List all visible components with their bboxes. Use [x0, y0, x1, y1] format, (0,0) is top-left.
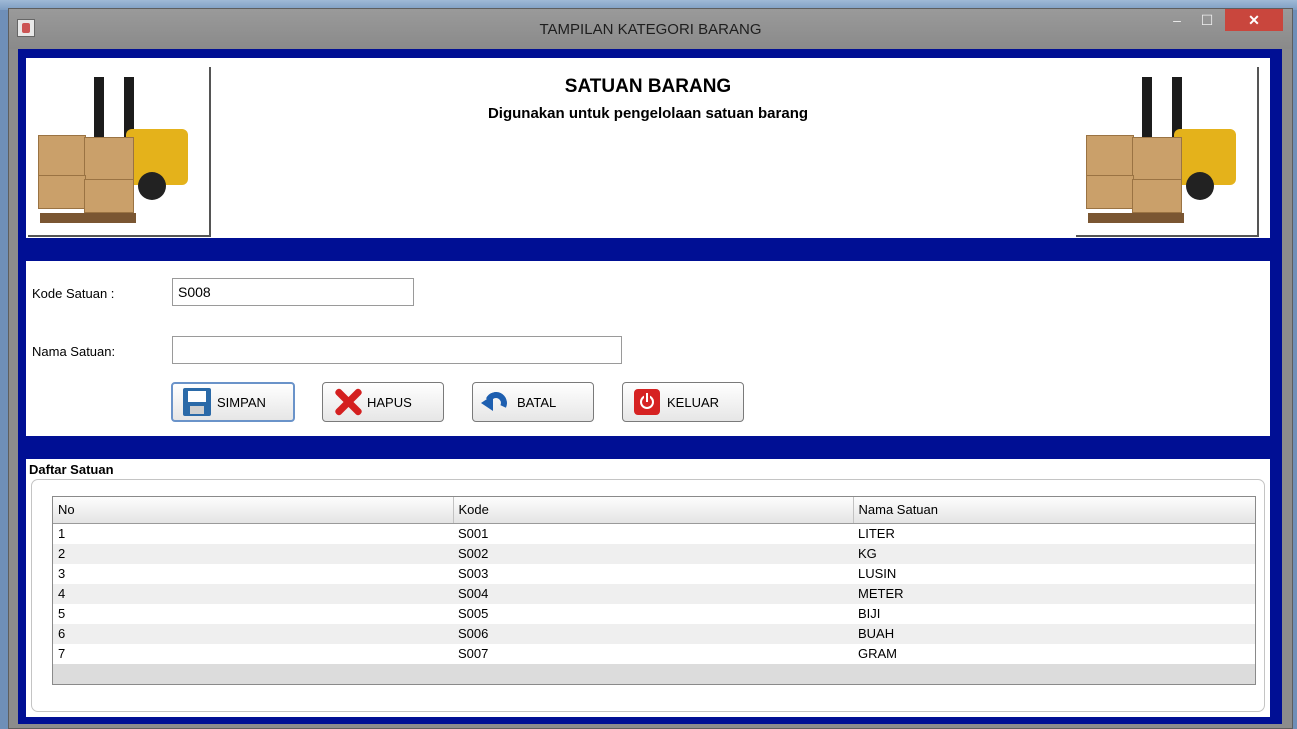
power-icon-bar [646, 393, 648, 402]
close-button[interactable]: ✕ [1225, 9, 1283, 31]
table-row[interactable]: 3 S003 LUSIN [53, 563, 1255, 584]
undo-arrowhead [481, 395, 493, 411]
keluar-button-label: KELUAR [667, 394, 720, 410]
cell-kode: S006 [453, 623, 853, 644]
cell-nama-satuan: METER [853, 583, 1255, 604]
table-row[interactable]: 4 S004 METER [53, 583, 1255, 604]
cargo-box [38, 175, 86, 209]
cell-kode: S007 [453, 643, 853, 664]
cell-no: 1 [53, 523, 453, 544]
table-header-row: No Kode Nama Satuan [53, 497, 1255, 524]
cell-nama-satuan: LUSIN [853, 563, 1255, 584]
pallet [40, 213, 136, 223]
floppy-disk-icon [181, 387, 213, 417]
cell-no: 7 [53, 643, 453, 664]
window-title: TAMPILAN KATEGORI BARANG [539, 21, 762, 38]
cargo-box [84, 137, 134, 181]
cell-no: 5 [53, 603, 453, 624]
hapus-button[interactable]: HAPUS [322, 382, 444, 422]
forklift-wheel [1186, 172, 1214, 200]
cargo-box [1132, 137, 1182, 181]
cell-no: 2 [53, 543, 453, 564]
power-icon [631, 387, 663, 417]
cell-nama-satuan: LITER [853, 523, 1255, 544]
cargo-box [84, 179, 134, 213]
kode-satuan-field[interactable] [172, 278, 414, 306]
forklift-image-right [1076, 67, 1259, 237]
cell-no: 3 [53, 563, 453, 584]
keluar-button[interactable]: KELUAR [622, 382, 744, 422]
simpan-button[interactable]: SIMPAN [171, 382, 295, 422]
cargo-box [1086, 175, 1134, 209]
cell-kode: S001 [453, 523, 853, 544]
nama-satuan-field[interactable] [172, 336, 622, 364]
undo-arrow-icon [481, 387, 513, 418]
floppy-disk-label [188, 391, 206, 402]
column-header-nama-satuan[interactable]: Nama Satuan [853, 497, 1255, 524]
cell-nama-satuan: KG [853, 543, 1255, 564]
minimize-button[interactable]: – [1163, 9, 1191, 31]
app-window: TAMPILAN KATEGORI BARANG – ☐ ✕ SATUAN BA… [8, 8, 1293, 729]
table-row[interactable]: 2 S002 KG [53, 543, 1255, 564]
list-panel: Daftar Satuan No Kode Nama Satuan 1 S001… [26, 459, 1270, 717]
batal-button-label: BATAL [517, 394, 557, 410]
title-bar[interactable]: TAMPILAN KATEGORI BARANG – ☐ ✕ [9, 9, 1292, 49]
hapus-button-label: HAPUS [367, 394, 412, 410]
simpan-button-label: SIMPAN [217, 394, 266, 410]
table-row[interactable]: 1 S001 LITER [53, 523, 1255, 544]
nama-satuan-label: Nama Satuan: [32, 344, 116, 359]
maximize-button[interactable]: ☐ [1193, 9, 1221, 31]
cell-kode: S003 [453, 563, 853, 584]
cell-nama-satuan: BIJI [853, 603, 1255, 624]
column-header-no[interactable]: No [53, 497, 454, 524]
cargo-box [1086, 135, 1134, 177]
cell-kode: S004 [453, 583, 853, 604]
form-panel: Kode Satuan : Nama Satuan: SIMPAN HAPUS [26, 261, 1270, 436]
table-row[interactable]: 5 S005 BIJI [53, 603, 1255, 624]
cell-no: 6 [53, 623, 453, 644]
table-row[interactable]: 7 S007 GRAM [53, 643, 1255, 664]
cell-no: 4 [53, 583, 453, 604]
forklift-wheel [138, 172, 166, 200]
cell-kode: S005 [453, 603, 853, 624]
table-row[interactable]: 6 S006 BUAH [53, 623, 1255, 644]
daftar-satuan-title: Daftar Satuan [29, 462, 114, 477]
cell-nama-satuan: GRAM [853, 643, 1255, 664]
cargo-box [38, 135, 86, 177]
delete-x-icon [331, 387, 363, 417]
cell-nama-satuan: BUAH [853, 623, 1255, 644]
satuan-table[interactable]: No Kode Nama Satuan 1 S001 LITER 2 S002 … [52, 496, 1256, 685]
pallet [1088, 213, 1184, 223]
cell-kode: S002 [453, 543, 853, 564]
kode-satuan-label: Kode Satuan : [32, 286, 115, 301]
batal-button[interactable]: BATAL [472, 382, 594, 422]
cargo-box [1132, 179, 1182, 213]
content-area: SATUAN BARANG Digunakan untuk pengelolaa… [18, 49, 1282, 724]
header-panel: SATUAN BARANG Digunakan untuk pengelolaa… [26, 58, 1270, 238]
floppy-disk-slot [190, 406, 204, 414]
column-header-kode[interactable]: Kode [453, 497, 854, 524]
